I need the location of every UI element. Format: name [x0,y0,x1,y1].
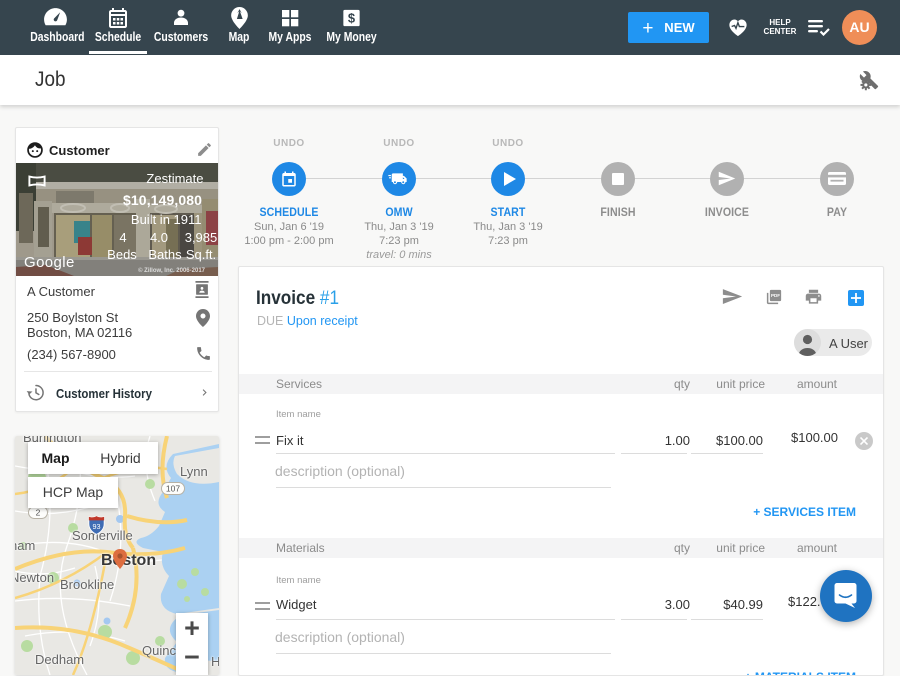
svg-text:PDF: PDF [771,293,780,298]
svg-text:$: $ [348,11,355,26]
svg-text:93: 93 [92,522,100,531]
svg-text:107: 107 [166,484,180,494]
svg-text:2: 2 [36,508,41,518]
